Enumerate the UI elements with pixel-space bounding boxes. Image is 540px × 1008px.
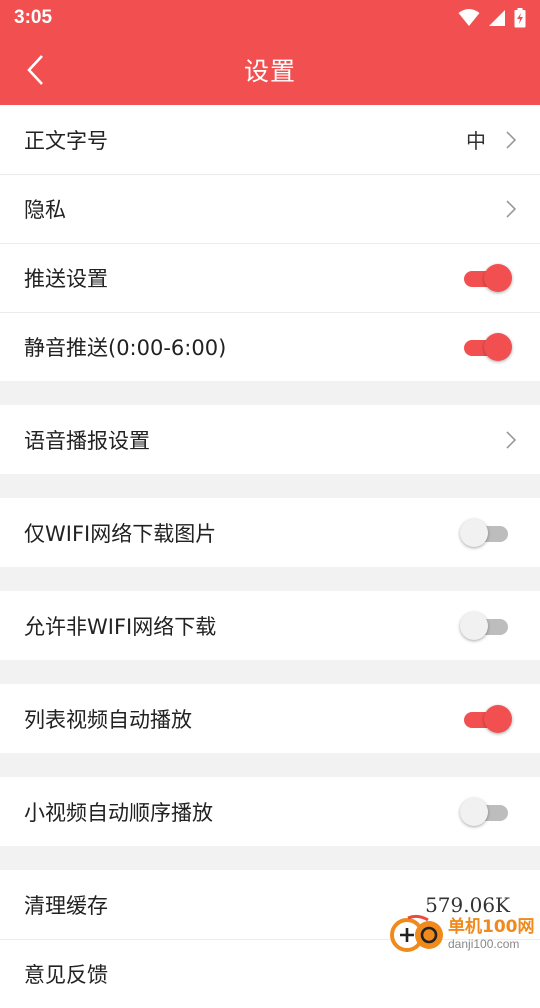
short-video-sequential-label: 小视频自动顺序播放 bbox=[24, 800, 213, 825]
push-toggle[interactable] bbox=[460, 263, 512, 293]
watermark: 单机100网 danji100.com bbox=[388, 910, 538, 958]
watermark-url: danji100.com bbox=[448, 936, 520, 951]
settings-group-display: 正文字号 中 隐私 推送设置 静音推送(0:00-6:00) bbox=[0, 105, 540, 381]
list-video-autoplay-toggle[interactable] bbox=[460, 704, 512, 734]
settings-group-voice: 语音播报设置 bbox=[0, 405, 540, 474]
wifi-only-images-toggle[interactable] bbox=[460, 518, 512, 548]
battery-charging-icon bbox=[514, 7, 526, 27]
status-icons bbox=[458, 7, 526, 28]
mute-push-toggle[interactable] bbox=[460, 332, 512, 362]
partial-row-label: 意见反馈 bbox=[24, 962, 108, 987]
signal-icon bbox=[489, 9, 505, 26]
list-video-autoplay-label: 列表视频自动播放 bbox=[24, 707, 192, 732]
section-divider bbox=[0, 381, 540, 405]
privacy-label: 隐私 bbox=[24, 197, 66, 222]
font-size-label: 正文字号 bbox=[24, 128, 108, 153]
allow-non-wifi-toggle[interactable] bbox=[460, 611, 512, 641]
section-divider bbox=[0, 567, 540, 591]
settings-group-list-video: 列表视频自动播放 bbox=[0, 684, 540, 753]
clear-cache-label: 清理缓存 bbox=[24, 893, 108, 918]
voice-broadcast-row[interactable]: 语音播报设置 bbox=[0, 405, 540, 474]
status-bar: 3:05 bbox=[0, 0, 540, 35]
chevron-right-icon bbox=[502, 129, 516, 151]
settings-group-wifi-images: 仅WIFI网络下载图片 bbox=[0, 498, 540, 567]
mute-push-row: 静音推送(0:00-6:00) bbox=[0, 312, 540, 381]
privacy-row[interactable]: 隐私 bbox=[0, 174, 540, 243]
allow-non-wifi-label: 允许非WIFI网络下载 bbox=[24, 614, 217, 639]
settings-group-non-wifi: 允许非WIFI网络下载 bbox=[0, 591, 540, 660]
section-divider bbox=[0, 846, 540, 870]
watermark-name: 单机100网 bbox=[448, 916, 535, 937]
font-size-row[interactable]: 正文字号 中 bbox=[0, 105, 540, 174]
push-settings-label: 推送设置 bbox=[24, 266, 108, 291]
back-arrow-icon bbox=[27, 55, 43, 85]
push-settings-row: 推送设置 bbox=[0, 243, 540, 312]
back-button[interactable] bbox=[20, 50, 50, 90]
voice-broadcast-label: 语音播报设置 bbox=[24, 428, 150, 453]
wifi-only-images-label: 仅WIFI网络下载图片 bbox=[24, 521, 217, 546]
section-divider bbox=[0, 660, 540, 684]
list-video-autoplay-row: 列表视频自动播放 bbox=[0, 684, 540, 753]
wifi-icon bbox=[458, 8, 480, 26]
short-video-sequential-toggle[interactable] bbox=[460, 797, 512, 827]
mute-push-label: 静音推送(0:00-6:00) bbox=[24, 335, 227, 360]
title-bar: 设置 bbox=[0, 35, 540, 105]
section-divider bbox=[0, 753, 540, 777]
watermark-logo-icon bbox=[388, 914, 446, 954]
short-video-sequential-row: 小视频自动顺序播放 bbox=[0, 777, 540, 846]
font-size-value: 中 bbox=[466, 129, 486, 153]
chevron-right-icon bbox=[502, 198, 516, 220]
chevron-right-icon bbox=[502, 429, 516, 451]
page-title: 设置 bbox=[243, 57, 296, 86]
section-divider bbox=[0, 474, 540, 498]
settings-group-short-video: 小视频自动顺序播放 bbox=[0, 777, 540, 846]
allow-non-wifi-row: 允许非WIFI网络下载 bbox=[0, 591, 540, 660]
wifi-only-images-row: 仅WIFI网络下载图片 bbox=[0, 498, 540, 567]
status-time: 3:05 bbox=[14, 6, 53, 28]
